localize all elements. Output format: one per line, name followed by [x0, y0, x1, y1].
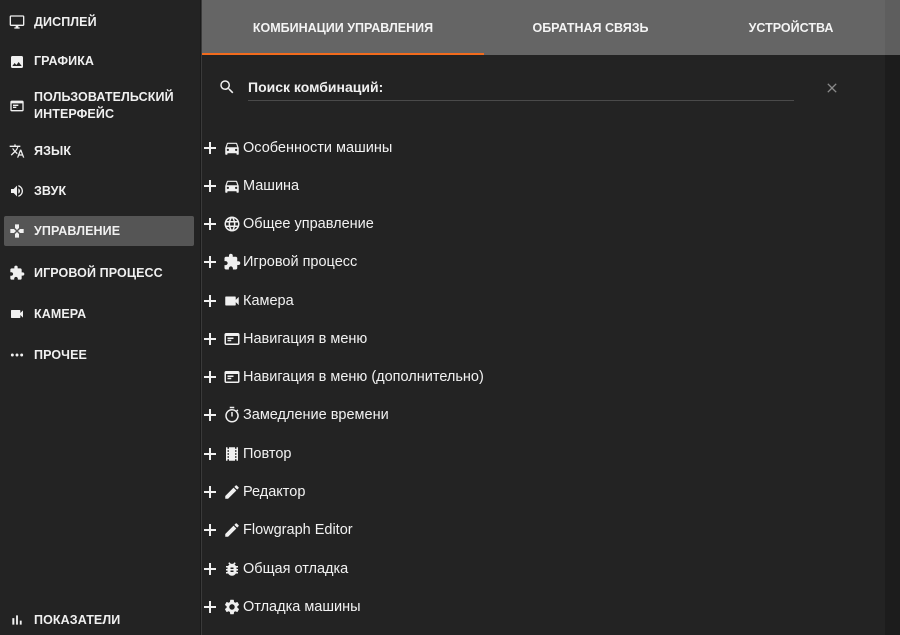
category-label: Особенности машины: [243, 140, 393, 156]
pencil-icon: [222, 520, 242, 540]
search-icon: [218, 78, 236, 96]
sidebar-item-stats[interactable]: Показатели: [4, 610, 194, 630]
category-label: Камера: [243, 293, 294, 309]
category-row-general[interactable]: Общее управление: [202, 208, 885, 240]
close-icon[interactable]: [824, 80, 840, 96]
category-row-replay[interactable]: Повтор: [202, 438, 885, 470]
sidebar-item-label: Игровой процесс: [34, 265, 163, 280]
monitor-icon: [9, 14, 25, 30]
sidebar-item-display[interactable]: Дисплей: [4, 12, 194, 32]
plus-icon[interactable]: [203, 255, 217, 269]
sidebar-item-camera[interactable]: Камера: [4, 304, 194, 324]
tab-label: Обратная связь: [532, 20, 649, 35]
category-label: Повтор: [243, 446, 292, 462]
category-row-menu-navigation[interactable]: Навигация в меню: [202, 323, 885, 355]
tab-bar: Комбинации управления Обратная связь Уст…: [202, 0, 885, 55]
sidebar-item-label: Графика: [34, 54, 95, 68]
category-label: Общее управление: [243, 216, 374, 232]
sidebar-item-label: Язык: [34, 143, 72, 158]
sidebar-item-graphics[interactable]: Графика: [4, 53, 194, 70]
globe-icon: [222, 214, 242, 234]
pencil-icon: [222, 482, 242, 502]
speaker-icon: [9, 183, 25, 199]
sidebar-item-label: Прочее: [34, 347, 87, 362]
sidebar-item-label: Показатели: [34, 612, 121, 627]
menu-window-icon: [222, 367, 242, 387]
sidebar-item-label: Управление: [34, 223, 121, 238]
bug-icon: [222, 559, 242, 579]
category-label: Flowgraph Editor: [243, 522, 353, 538]
sidebar-item-controls[interactable]: Управление: [4, 216, 194, 246]
video-camera-icon: [222, 291, 242, 311]
tab-feedback[interactable]: Обратная связь: [484, 0, 697, 55]
category-label: Общая отладка: [243, 561, 349, 577]
category-row-camera[interactable]: Камера: [202, 285, 885, 317]
sidebar-item-label: Звук: [34, 183, 67, 198]
category-label: Навигация в меню: [243, 331, 368, 347]
menu-window-icon: [222, 329, 242, 349]
plus-icon[interactable]: [203, 447, 217, 461]
sidebar-item-label: Пользовательский интерфейс: [34, 90, 174, 121]
tab-label: Комбинации управления: [252, 20, 434, 35]
plus-icon[interactable]: [203, 332, 217, 346]
sidebar-item-language[interactable]: Язык: [4, 141, 194, 161]
search-input[interactable]: [248, 74, 794, 101]
category-row-editor[interactable]: Редактор: [202, 476, 885, 508]
right-edge-tab-extension: [885, 0, 900, 55]
plus-icon[interactable]: [203, 217, 217, 231]
main-panel: Комбинации управления Обратная связь Уст…: [202, 0, 885, 635]
category-row-slow-motion[interactable]: Замедление времени: [202, 399, 885, 431]
sidebar-item-label: Дисплей: [34, 14, 97, 29]
tab-key-bindings[interactable]: Комбинации управления: [202, 0, 484, 55]
plus-icon[interactable]: [203, 370, 217, 384]
ui-window-icon: [9, 98, 25, 114]
category-label: Навигация в меню (дополнительно): [243, 369, 484, 385]
plus-icon[interactable]: [203, 562, 217, 576]
sidebar-item-ui[interactable]: Пользовательский интерфейс: [4, 88, 194, 124]
plus-icon[interactable]: [203, 179, 217, 193]
sidebar: Дисплей Графика Пользовательский интерфе…: [0, 0, 200, 635]
category-row-vehicle[interactable]: Машина: [202, 170, 885, 202]
puzzle-icon: [222, 252, 242, 272]
plus-icon[interactable]: [203, 600, 217, 614]
plus-icon[interactable]: [203, 141, 217, 155]
translate-icon: [9, 143, 25, 159]
plus-icon[interactable]: [203, 408, 217, 422]
sidebar-item-gameplay[interactable]: Игровой процесс: [4, 263, 194, 283]
car-icon: [222, 138, 242, 158]
plus-icon[interactable]: [203, 523, 217, 537]
sidebar-item-sound[interactable]: Звук: [4, 181, 194, 201]
category-row-vehicle-debug[interactable]: Отладка машины: [202, 591, 885, 623]
category-label: Замедление времени: [243, 407, 389, 423]
more-dots-icon: [9, 347, 25, 363]
video-camera-icon: [9, 306, 25, 322]
bar-chart-icon: [9, 612, 25, 628]
plus-icon[interactable]: [203, 485, 217, 499]
tab-label: Устройства: [748, 20, 834, 35]
tab-devices[interactable]: Устройства: [697, 0, 885, 55]
image-icon: [9, 54, 25, 70]
sidebar-item-label: Камера: [34, 306, 87, 321]
category-label: Редактор: [243, 484, 306, 500]
puzzle-icon: [9, 265, 25, 281]
search-bar: [202, 70, 885, 106]
gear-icon: [222, 597, 242, 617]
category-label: Машина: [243, 178, 300, 194]
sidebar-item-misc[interactable]: Прочее: [4, 345, 194, 365]
car-icon: [222, 176, 242, 196]
category-row-vehicle-features[interactable]: Особенности машины: [202, 132, 885, 164]
category-row-flowgraph-editor[interactable]: Flowgraph Editor: [202, 514, 885, 546]
film-icon: [222, 444, 242, 464]
plus-icon[interactable]: [203, 294, 217, 308]
right-edge-panel: [885, 0, 900, 635]
category-label: Игровой процесс: [243, 254, 358, 270]
category-row-menu-navigation-extra[interactable]: Навигация в меню (дополнительно): [202, 361, 885, 393]
category-label: Отладка машины: [243, 599, 361, 615]
stopwatch-icon: [222, 405, 242, 425]
gamepad-icon: [9, 223, 25, 239]
category-row-general-debug[interactable]: Общая отладка: [202, 553, 885, 585]
category-row-gameplay[interactable]: Игровой процесс: [202, 246, 885, 278]
